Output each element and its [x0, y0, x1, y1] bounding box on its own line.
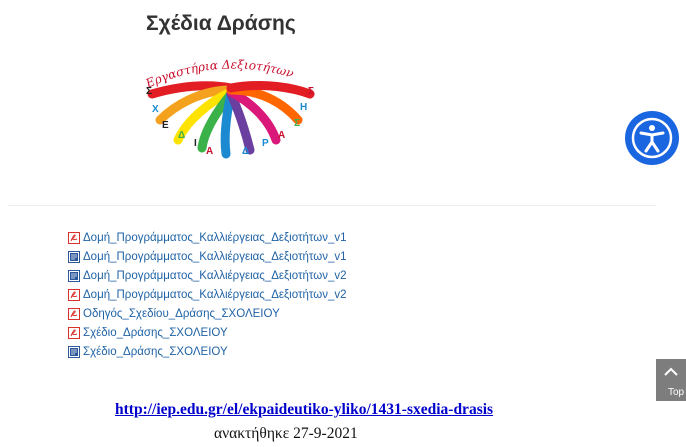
word-doc-icon — [68, 250, 80, 263]
page-title: Σχέδια Δράσης — [146, 12, 296, 35]
word-doc-icon — [68, 269, 80, 282]
file-link[interactable]: Σχέδιο_Δράσης_ΣΧΟΛΕΙΟΥ — [83, 346, 228, 358]
logo-letter: Σ — [146, 86, 152, 97]
accessibility-button[interactable] — [625, 111, 679, 165]
logo-letter: Σ — [294, 118, 300, 129]
source-link[interactable]: http://iep.edu.gr/el/ekpaideutiko-yliko/… — [115, 401, 493, 419]
file-link[interactable]: Δομή_Προγράμματος_Καλλιέργειας_Δεξιοτήτω… — [83, 289, 347, 301]
logo-fan — [147, 81, 315, 159]
list-item[interactable]: Δομή_Προγράμματος_Καλλιέργειας_Δεξιοτήτω… — [68, 285, 347, 304]
file-link[interactable]: Δομή_Προγράμματος_Καλλιέργειας_Δεξιοτήτω… — [83, 232, 347, 244]
logo-letter: Ε — [162, 120, 169, 131]
logo-letter: Χ — [152, 104, 159, 115]
pdf-icon — [68, 288, 80, 301]
retrieved-date: ανακτήθηκε 27-9-2021 — [214, 425, 358, 442]
file-link[interactable]: Δομή_Προγράμματος_Καλλιέργειας_Δεξιοτήτω… — [83, 270, 347, 282]
logo-letter: Η — [300, 102, 307, 113]
file-link[interactable]: Σχέδιο_Δράσης_ΣΧΟΛΕΙΟΥ — [83, 327, 228, 339]
logo-letter: Σ — [308, 86, 314, 97]
chevron-up-icon — [664, 367, 678, 376]
pdf-icon — [68, 307, 80, 320]
logo-letter: Ρ — [262, 138, 269, 149]
list-item[interactable]: Σχέδιο_Δράσης_ΣΧΟΛΕΙΟΥ — [68, 342, 347, 361]
back-to-top-button[interactable]: Top — [656, 359, 686, 401]
file-link[interactable]: Οδηγός_Σχεδίου_Δράσης_ΣΧΟΛΕΙΟΥ — [83, 308, 280, 320]
logo-letter: Α — [206, 146, 213, 157]
logo-letter: Α — [278, 130, 285, 141]
list-item[interactable]: Δομή_Προγράμματος_Καλλιέργειας_Δεξιοτήτω… — [68, 247, 347, 266]
attachment-list: Δομή_Προγράμματος_Καλλιέργειας_Δεξιοτήτω… — [68, 228, 347, 361]
list-item[interactable]: Δομή_Προγράμματος_Καλλιέργειας_Δεξιοτήτω… — [68, 228, 347, 247]
skills-workshop-logo: Εργαστήρια Δεξιοτήτων Σ Χ Ε Δ Ι Α Δ Ρ Α … — [143, 57, 315, 159]
word-doc-icon — [68, 345, 80, 358]
accessibility-icon — [631, 117, 673, 159]
logo-letter: Ι — [194, 138, 197, 149]
list-item[interactable]: Σχέδιο_Δράσης_ΣΧΟΛΕΙΟΥ — [68, 323, 347, 342]
list-item[interactable]: Δομή_Προγράμματος_Καλλιέργειας_Δεξιοτήτω… — [68, 266, 347, 285]
pdf-icon — [68, 231, 80, 244]
list-item[interactable]: Οδηγός_Σχεδίου_Δράσης_ΣΧΟΛΕΙΟΥ — [68, 304, 347, 323]
back-to-top-label: Top — [668, 387, 685, 398]
content-divider — [8, 205, 656, 206]
file-link[interactable]: Δομή_Προγράμματος_Καλλιέργειας_Δεξιοτήτω… — [83, 251, 347, 263]
logo-letter: Δ — [178, 130, 185, 141]
pdf-icon — [68, 326, 80, 339]
logo-letter: Δ — [242, 146, 249, 157]
